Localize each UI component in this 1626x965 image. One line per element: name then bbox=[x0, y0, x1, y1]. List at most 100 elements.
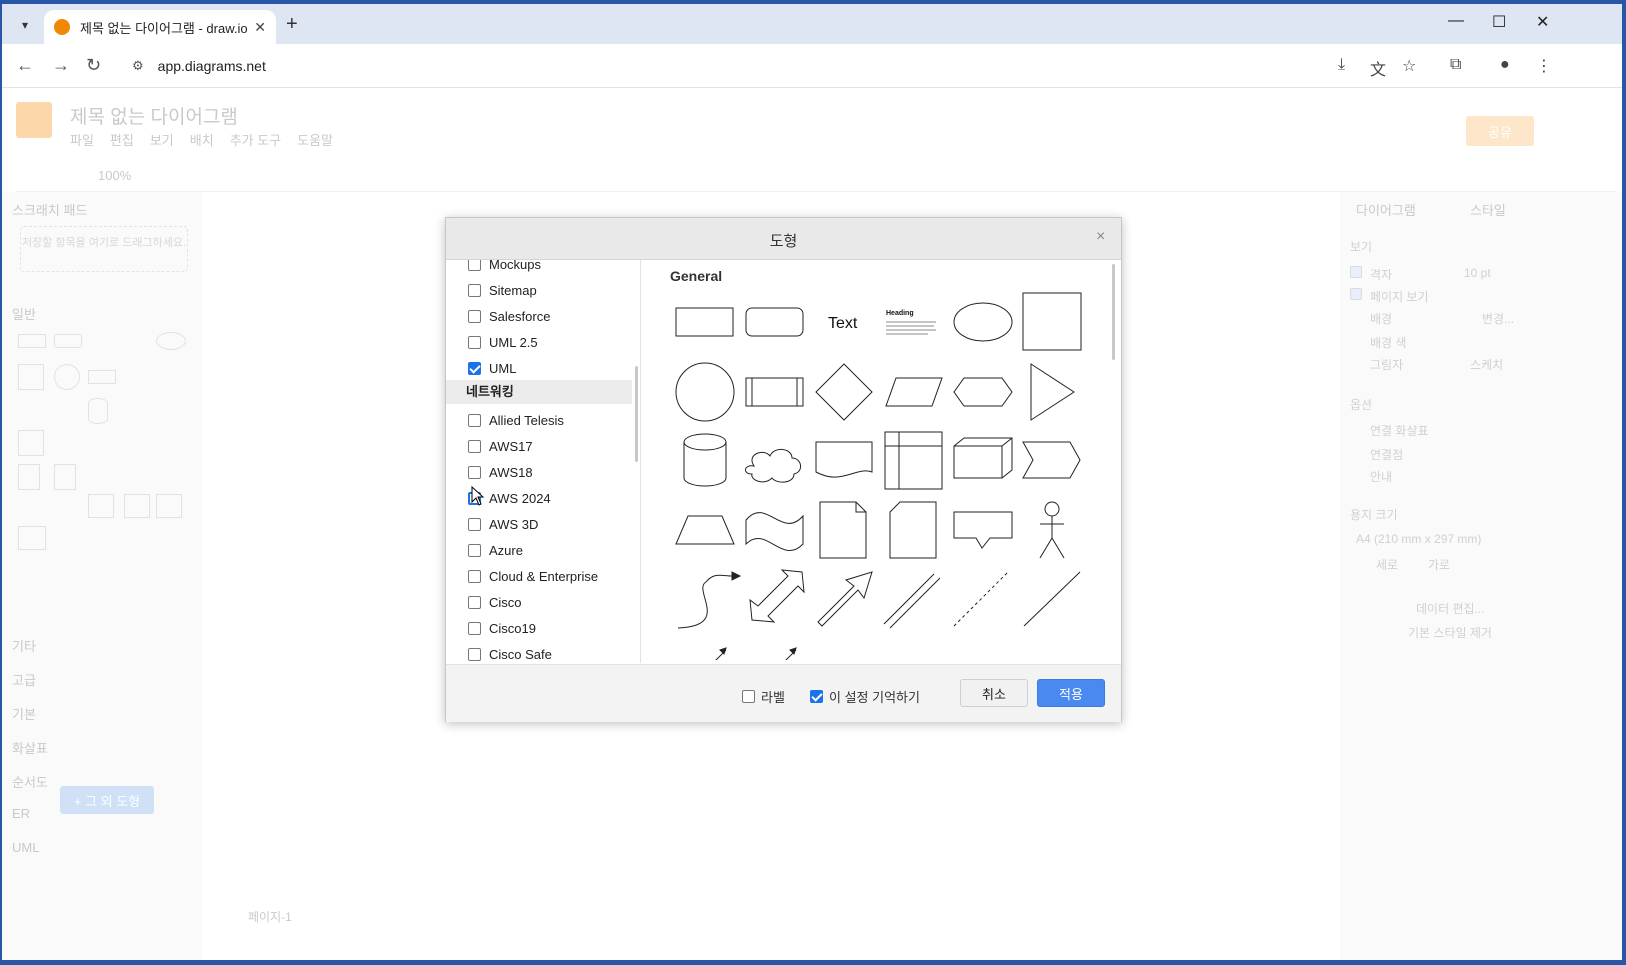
circle-shape bbox=[675, 362, 735, 422]
labels-checkbox-row[interactable]: 라벨 bbox=[742, 687, 785, 706]
page-view-label: 페이지 보기 bbox=[1370, 290, 1429, 304]
library-item-allied-telesis[interactable]: Allied Telesis bbox=[468, 410, 564, 430]
scratchpad-header[interactable]: 스크래치 패드 bbox=[12, 200, 87, 219]
checkbox[interactable] bbox=[468, 260, 481, 271]
checkbox[interactable] bbox=[468, 595, 481, 609]
paper-size-header: 용지 크기 bbox=[1350, 508, 1398, 522]
tab-search-icon[interactable]: ▾ bbox=[12, 12, 38, 38]
menu-extras[interactable]: 추가 도구 bbox=[230, 130, 281, 149]
library-item-cisco19[interactable]: Cisco19 bbox=[468, 618, 536, 638]
text-shape: Text bbox=[828, 315, 858, 332]
triangle-shape bbox=[1030, 363, 1075, 421]
zoom-level[interactable]: 100% bbox=[98, 168, 131, 183]
site-info-icon[interactable]: ⚙ bbox=[132, 58, 144, 74]
background-change-button[interactable]: 변경... bbox=[1482, 310, 1514, 327]
minimize-button[interactable]: — bbox=[1448, 12, 1464, 30]
tab-close-icon[interactable]: ✕ bbox=[254, 19, 266, 36]
library-item-uml[interactable]: UML bbox=[468, 358, 516, 378]
labels-checkbox[interactable] bbox=[742, 690, 755, 703]
section-er[interactable]: ER bbox=[12, 806, 30, 821]
section-advanced[interactable]: 고급 bbox=[12, 670, 36, 689]
checkbox[interactable] bbox=[468, 439, 481, 453]
checkbox[interactable] bbox=[468, 309, 481, 323]
checkbox[interactable] bbox=[468, 569, 481, 583]
square-shape bbox=[1022, 292, 1082, 351]
menu-edit[interactable]: 편집 bbox=[110, 130, 134, 149]
reload-icon[interactable]: ↻ bbox=[86, 55, 101, 76]
library-item-salesforce[interactable]: Salesforce bbox=[468, 306, 550, 326]
tab-diagram[interactable]: 다이어그램 bbox=[1356, 200, 1416, 219]
translate-icon[interactable]: 文 bbox=[1370, 56, 1386, 80]
section-misc[interactable]: 기타 bbox=[12, 636, 36, 655]
grid-checkbox[interactable] bbox=[1350, 266, 1362, 278]
step-shape bbox=[1022, 441, 1081, 479]
install-icon[interactable]: ⤓ bbox=[1338, 56, 1345, 74]
checkbox-checked[interactable] bbox=[468, 361, 481, 375]
preview-scrollbar[interactable] bbox=[1112, 264, 1115, 360]
profile-icon[interactable]: ● bbox=[1500, 56, 1510, 74]
checkbox[interactable] bbox=[468, 335, 481, 349]
browser-menu-icon[interactable]: ⋮ bbox=[1536, 56, 1552, 76]
window-close-button[interactable]: ✕ bbox=[1536, 12, 1549, 32]
library-item-mockups[interactable]: Mockups bbox=[468, 260, 541, 274]
library-item-aws17[interactable]: AWS17 bbox=[468, 436, 533, 456]
browser-tab[interactable]: 제목 없는 다이어그램 - draw.io ✕ bbox=[44, 10, 276, 44]
extensions-icon[interactable]: ⧉ bbox=[1450, 56, 1461, 74]
menu-help[interactable]: 도움말 bbox=[297, 130, 333, 149]
library-item-aws3d[interactable]: AWS 3D bbox=[468, 514, 538, 534]
apply-button[interactable]: 적용 bbox=[1037, 679, 1105, 707]
library-item-cloud-enterprise[interactable]: Cloud & Enterprise bbox=[468, 566, 598, 586]
options-header: 옵션 bbox=[1350, 398, 1373, 412]
checkbox[interactable] bbox=[468, 283, 481, 297]
dialog-close-icon[interactable]: × bbox=[1096, 228, 1105, 246]
section-flowchart[interactable]: 순서도 bbox=[12, 772, 48, 791]
more-shapes-button[interactable]: + 그 외 도형 bbox=[60, 786, 154, 814]
library-list-scrollbar[interactable] bbox=[635, 366, 638, 462]
paper-size-select[interactable]: A4 (210 mm x 297 mm) bbox=[1356, 532, 1481, 546]
menu-view[interactable]: 보기 bbox=[150, 130, 174, 149]
edit-data-button[interactable]: 데이터 편집... bbox=[1416, 600, 1485, 617]
section-arrows[interactable]: 화살표 bbox=[12, 738, 48, 757]
bookmark-star-icon[interactable]: ☆ bbox=[1402, 56, 1416, 76]
tab-title: 제목 없는 다이어그램 - draw.io bbox=[80, 20, 248, 36]
page-view-checkbox[interactable] bbox=[1350, 288, 1362, 300]
document-title[interactable]: 제목 없는 다이어그램 bbox=[70, 102, 238, 129]
section-uml[interactable]: UML bbox=[12, 840, 39, 855]
library-item-aws18[interactable]: AWS18 bbox=[468, 462, 533, 482]
library-item-cisco-safe[interactable]: Cisco Safe bbox=[468, 644, 552, 663]
section-networking: 네트워킹 bbox=[446, 380, 632, 404]
forward-icon[interactable]: → bbox=[52, 55, 70, 76]
library-item-uml25[interactable]: UML 2.5 bbox=[468, 332, 538, 352]
checkbox[interactable] bbox=[468, 413, 481, 427]
arrowhead bbox=[789, 647, 797, 655]
remember-checkbox-row[interactable]: 이 설정 기억하기 bbox=[810, 687, 920, 706]
library-item-azure[interactable]: Azure bbox=[468, 540, 523, 560]
checkbox[interactable] bbox=[468, 517, 481, 531]
remember-checkbox[interactable] bbox=[810, 690, 823, 703]
checkbox[interactable] bbox=[468, 621, 481, 635]
checkbox[interactable] bbox=[468, 465, 481, 479]
url-bar[interactable]: ⚙ app.diagrams.net bbox=[118, 50, 1478, 82]
cancel-button[interactable]: 취소 bbox=[960, 679, 1028, 707]
clear-style-button[interactable]: 기본 스타일 제거 bbox=[1408, 624, 1492, 641]
card-shape bbox=[889, 501, 937, 559]
landscape-label[interactable]: 가로 bbox=[1428, 556, 1450, 573]
share-button[interactable]: 공유 bbox=[1466, 116, 1534, 146]
page-tab[interactable]: 페이지-1 bbox=[248, 908, 292, 925]
library-item-sitemap[interactable]: Sitemap bbox=[468, 280, 537, 300]
checkbox[interactable] bbox=[468, 647, 481, 661]
maximize-button[interactable]: ☐ bbox=[1492, 12, 1506, 32]
dashed-line-shape bbox=[953, 571, 1009, 627]
section-basic[interactable]: 기본 bbox=[12, 704, 36, 723]
library-item-cisco[interactable]: Cisco bbox=[468, 592, 522, 612]
menu-arrange[interactable]: 배치 bbox=[190, 130, 214, 149]
portrait-label[interactable]: 세로 bbox=[1376, 556, 1398, 573]
back-icon[interactable]: ← bbox=[16, 55, 34, 76]
callout-shape bbox=[953, 511, 1013, 549]
new-tab-button[interactable]: + bbox=[286, 13, 298, 36]
tab-style[interactable]: 스타일 bbox=[1470, 200, 1506, 219]
general-header[interactable]: 일반 bbox=[12, 304, 36, 323]
menu-file[interactable]: 파일 bbox=[70, 130, 94, 149]
grid-size[interactable]: 10 pt bbox=[1464, 266, 1491, 280]
checkbox[interactable] bbox=[468, 543, 481, 557]
